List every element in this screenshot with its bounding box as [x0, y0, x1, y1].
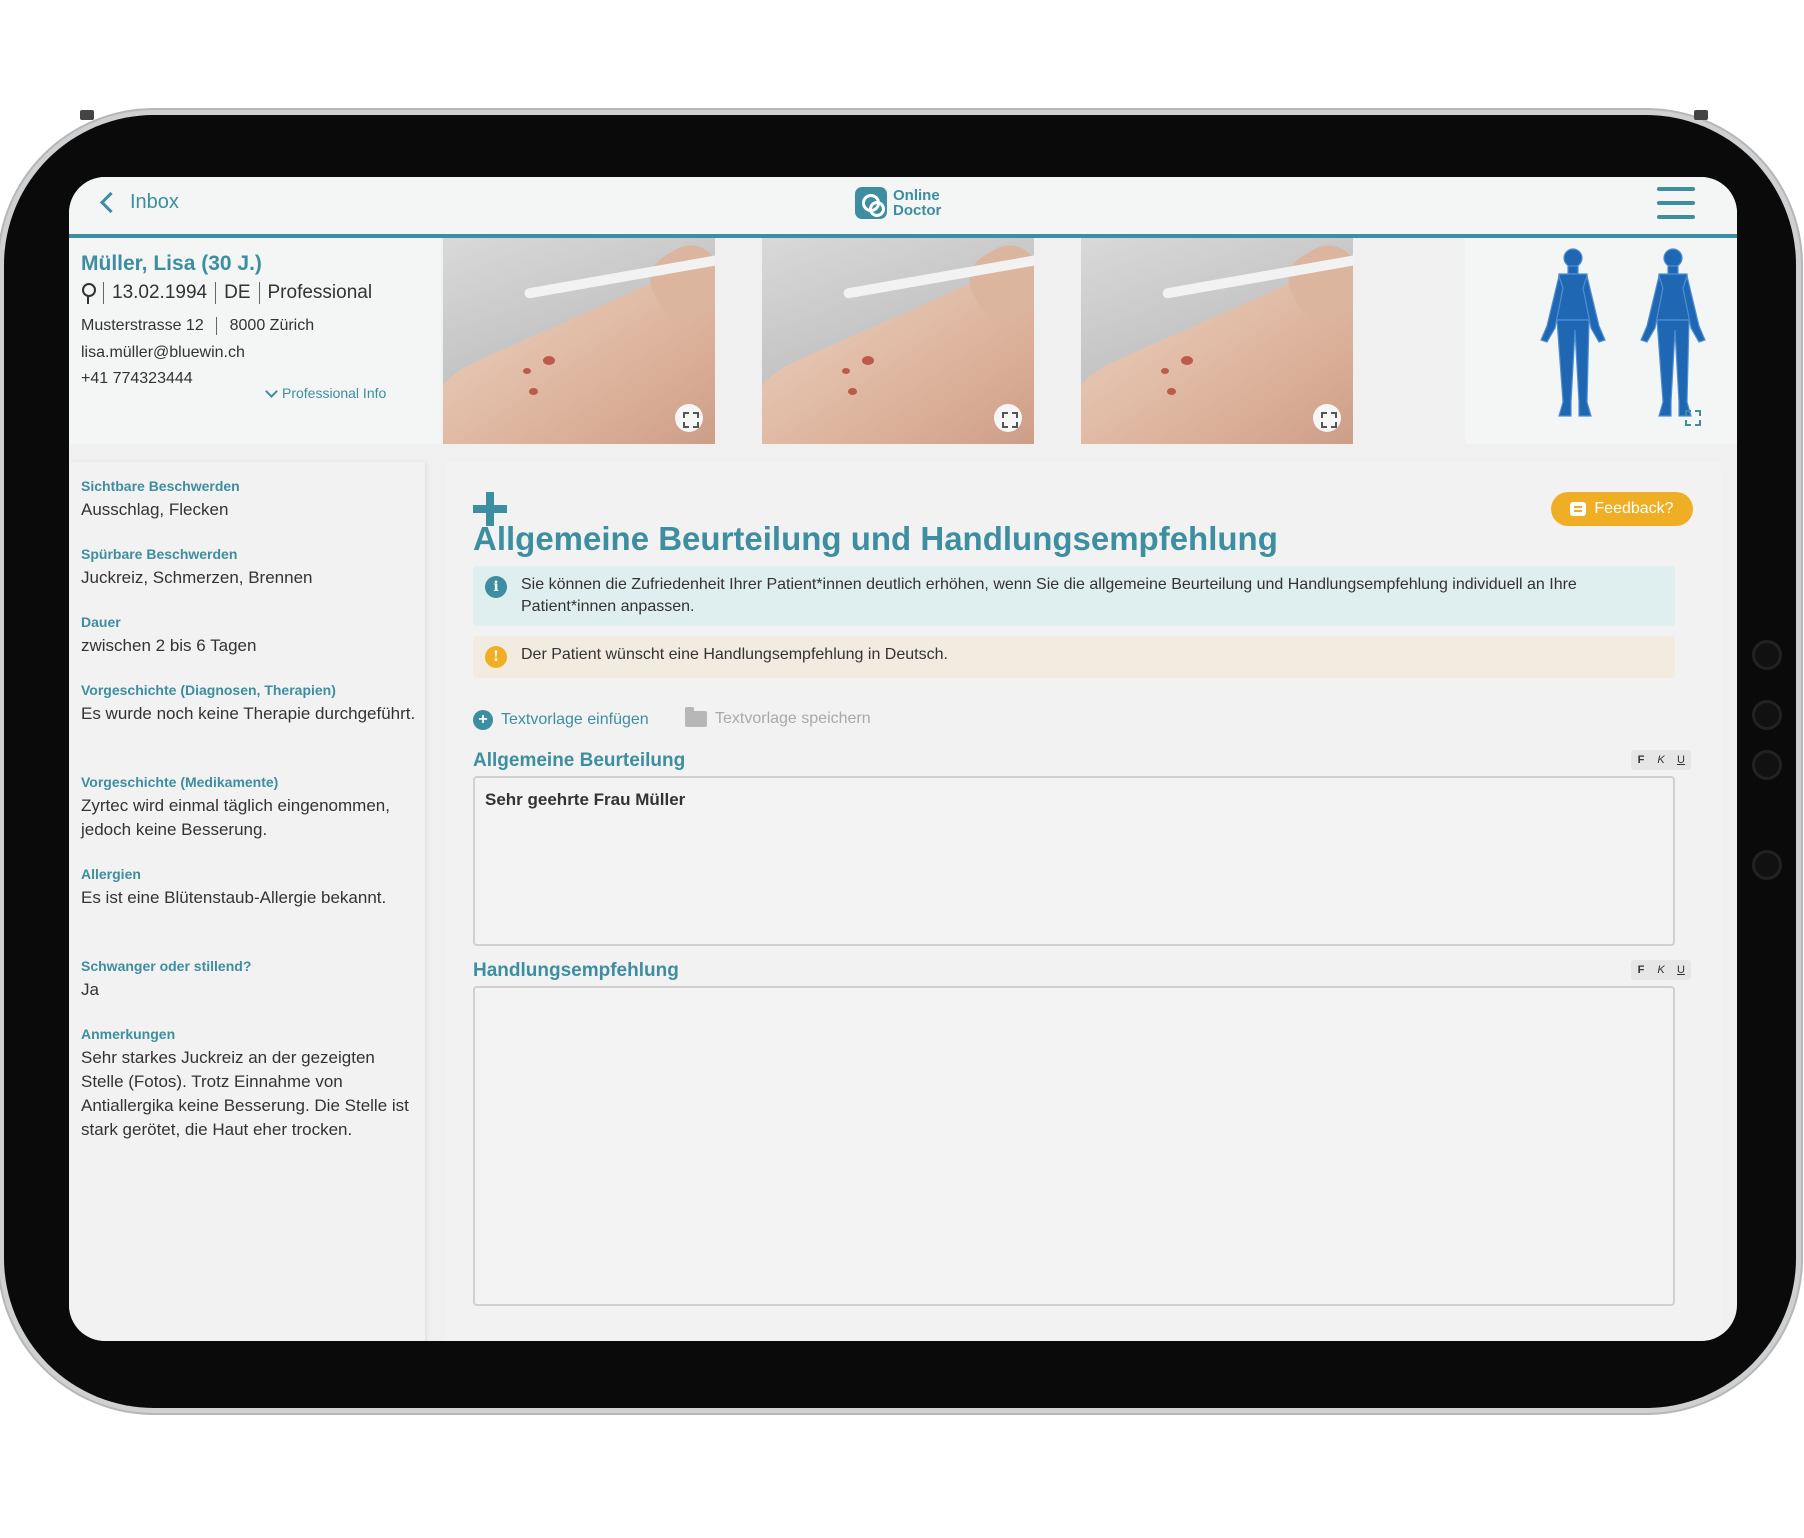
- insert-template-button[interactable]: + Textvorlage einfügen: [473, 710, 649, 730]
- language-warning-banner: ! Der Patient wünscht eine Handlungsempf…: [473, 636, 1675, 678]
- info-icon: i: [485, 576, 507, 598]
- assessment-panel: Allgemeine Beurteilung und Handlungsempf…: [445, 462, 1721, 1341]
- info-text: Sie können die Zufriedenheit Ihrer Patie…: [521, 576, 1577, 615]
- anamnesis-item: Schwanger oder stillend? Ja: [81, 958, 251, 1002]
- anamnesis-value: Ja: [81, 980, 99, 999]
- top-bar: Inbox Online Doctor: [69, 177, 1737, 238]
- anamnesis-label: Sichtbare Beschwerden: [81, 478, 240, 494]
- anamnesis-label: Allergien: [81, 866, 141, 882]
- patient-address-line: Musterstrasse 12 8000 Zürich: [81, 317, 314, 335]
- recommendation-title: Handlungsempfehlung: [473, 960, 679, 981]
- patient-meta: 13.02.1994 DE Professional: [81, 282, 372, 304]
- anamnesis-label: Spürbare Beschwerden: [81, 546, 238, 562]
- chevron-down-icon: [265, 384, 278, 398]
- logo-icon: [855, 187, 887, 219]
- anamnesis-label: Vorgeschichte (Diagnosen, Therapien): [81, 682, 336, 698]
- anamnesis-label: Anmerkungen: [81, 1026, 176, 1042]
- anamnesis-label: Dauer: [81, 614, 121, 630]
- page-title: Allgemeine Beurteilung und Handlungsempf…: [473, 520, 1278, 557]
- logo-line1: Online: [893, 187, 940, 204]
- assessment-textarea[interactable]: Sehr geehrte Frau Müller: [473, 776, 1675, 946]
- body-map[interactable]: [1465, 238, 1737, 444]
- skin-photo-2[interactable]: [762, 238, 1034, 444]
- assessment-format-toolbar: F K U: [1631, 750, 1691, 770]
- female-icon: [81, 282, 96, 304]
- app-logo: Online Doctor: [855, 187, 941, 219]
- warning-text: Der Patient wünscht eine Handlungsempfeh…: [521, 646, 948, 663]
- tablet-top-button: [1694, 110, 1708, 120]
- anamnesis-label: Schwanger oder stillend?: [81, 958, 252, 974]
- back-label: Inbox: [130, 191, 179, 213]
- anamnesis-sidebar: Sichtbare Beschwerden Ausschlag, Flecken…: [69, 462, 425, 1341]
- patient-header: Müller, Lisa (30 J.) 13.02.1994 DE Profe…: [69, 238, 441, 444]
- assessment-title: Allgemeine Beurteilung: [473, 750, 686, 771]
- camera-dot: [1752, 700, 1782, 730]
- patient-city: 8000 Zürich: [229, 317, 315, 335]
- save-template-button[interactable]: Textvorlage speichern: [685, 707, 871, 728]
- bold-button[interactable]: F: [1631, 960, 1651, 980]
- expand-icon[interactable]: [1313, 404, 1341, 432]
- skin-photo-3[interactable]: [1081, 238, 1353, 444]
- recommendation-format-toolbar: F K U: [1631, 960, 1691, 980]
- anamnesis-value: Ausschlag, Flecken: [81, 500, 229, 519]
- patient-phone: +41 774323444: [81, 370, 193, 387]
- logo-line2: Doctor: [893, 202, 942, 219]
- chevron-left-icon: [99, 191, 122, 214]
- anamnesis-item: Vorgeschichte (Diagnosen, Therapien) Es …: [81, 682, 421, 726]
- italic-button[interactable]: K: [1651, 960, 1671, 980]
- feedback-label: Feedback?: [1594, 500, 1674, 517]
- skin-photo-1[interactable]: [443, 238, 715, 444]
- anamnesis-value: zwischen 2 bis 6 Tagen: [81, 636, 257, 655]
- anamnesis-item: Vorgeschichte (Medikamente) Zyrtec wird …: [81, 774, 421, 842]
- save-template-label: Textvorlage speichern: [715, 710, 871, 727]
- folder-icon: [685, 707, 707, 727]
- anamnesis-value: Es ist eine Blütenstaub-Allergie bekannt…: [81, 888, 387, 907]
- expand-icon[interactable]: [994, 404, 1022, 432]
- anamnesis-label: Vorgeschichte (Medikamente): [81, 774, 279, 790]
- feedback-button[interactable]: Feedback?: [1551, 492, 1693, 526]
- add-circle-icon: +: [473, 710, 493, 730]
- warning-icon: !: [485, 646, 507, 668]
- patient-name: Müller, Lisa (30 J.): [81, 252, 262, 275]
- anamnesis-item: Dauer zwischen 2 bis 6 Tagen: [81, 614, 256, 658]
- underline-button[interactable]: U: [1671, 750, 1691, 770]
- anamnesis-value: Sehr starkes Juckreiz an der gezeigten S…: [81, 1048, 409, 1139]
- back-to-inbox-button[interactable]: Inbox: [99, 191, 179, 214]
- camera-dot: [1752, 640, 1782, 670]
- professional-info-label: Professional Info: [282, 385, 387, 401]
- bold-button[interactable]: F: [1631, 750, 1651, 770]
- anamnesis-value: Zyrtec wird einmal täglich eingenommen, …: [81, 796, 390, 839]
- patient-birthdate: 13.02.1994: [112, 282, 208, 303]
- tablet-top-button: [80, 110, 94, 120]
- recommendation-textarea[interactable]: [473, 986, 1675, 1306]
- patient-type: Professional: [267, 282, 373, 303]
- professional-info-toggle[interactable]: Professional Info: [265, 384, 387, 401]
- anamnesis-value: Juckreiz, Schmerzen, Brennen: [81, 568, 313, 587]
- app-screen: Inbox Online Doctor Müller, Lisa (30 J.)…: [69, 177, 1737, 1341]
- anamnesis-item: Anmerkungen Sehr starkes Juckreiz an der…: [81, 1026, 421, 1142]
- hamburger-menu-icon[interactable]: [1657, 187, 1695, 221]
- italic-button[interactable]: K: [1651, 750, 1671, 770]
- info-banner: i Sie können die Zufriedenheit Ihrer Pat…: [473, 566, 1675, 626]
- underline-button[interactable]: U: [1671, 960, 1691, 980]
- expand-icon[interactable]: [675, 404, 703, 432]
- patient-email: lisa.müller@bluewin.ch: [81, 344, 245, 361]
- insert-template-label: Textvorlage einfügen: [501, 711, 649, 728]
- anamnesis-item: Spürbare Beschwerden Juckreiz, Schmerzen…: [81, 546, 313, 590]
- anamnesis-item: Allergien Es ist eine Blütenstaub-Allerg…: [81, 866, 421, 910]
- patient-language: DE: [224, 282, 251, 303]
- expand-icon[interactable]: [1685, 410, 1701, 426]
- camera-dot: [1752, 850, 1782, 880]
- camera-dot: [1752, 750, 1782, 780]
- anamnesis-value: Es wurde noch keine Therapie durchgeführ…: [81, 704, 416, 723]
- chat-icon: [1570, 502, 1587, 516]
- patient-address: Musterstrasse 12: [81, 317, 204, 335]
- anamnesis-item: Sichtbare Beschwerden Ausschlag, Flecken: [81, 478, 240, 522]
